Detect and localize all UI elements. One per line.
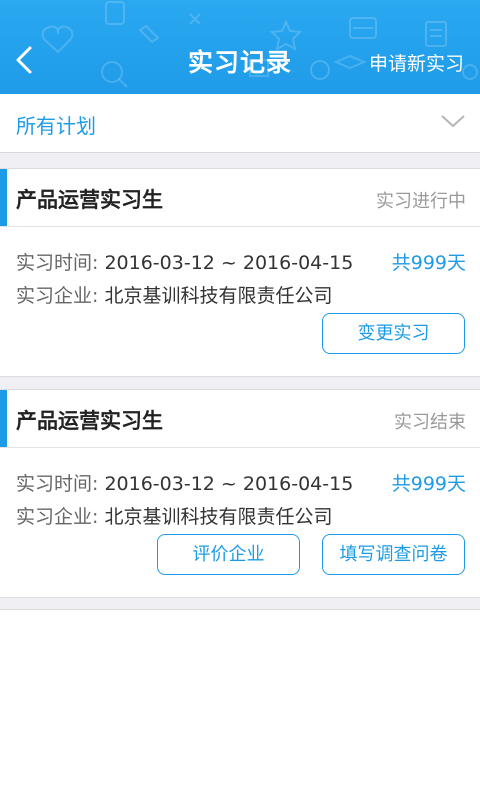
time-range: 2016-03-12 ~ 2016-04-15: [104, 252, 354, 274]
company-row: 实习企业: 北京基训科技有限责任公司: [16, 281, 332, 308]
record-card-header: 产品运营实习生 实习结束: [0, 390, 480, 448]
internship-record-card: 产品运营实习生 实习结束 实习时间: 2016-03-12 ~ 2016-04-…: [0, 389, 480, 598]
duration-days: 共999天: [391, 473, 466, 495]
change-internship-button[interactable]: 变更实习: [322, 313, 465, 354]
company-name: 北京基训科技有限责任公司: [104, 285, 333, 307]
apply-new-internship-button[interactable]: 申请新实习: [369, 49, 464, 76]
internship-time-row: 实习时间: 2016-03-12 ~ 2016-04-15: [16, 469, 353, 496]
page-title: 实习记录: [187, 48, 292, 77]
card-accent-bar: [0, 390, 7, 447]
time-range: 2016-03-12 ~ 2016-04-15: [104, 473, 354, 495]
time-label: 实习时间:: [16, 473, 99, 495]
company-row: 实习企业: 北京基训科技有限责任公司: [16, 502, 332, 529]
company-label: 实习企业:: [16, 506, 99, 528]
fill-survey-button[interactable]: 填写调查问卷: [322, 534, 465, 575]
company-label: 实习企业:: [16, 285, 99, 307]
plan-filter-label: 所有计划: [16, 114, 96, 138]
duration-days: 共999天: [391, 252, 466, 274]
time-label: 实习时间:: [16, 252, 99, 274]
internship-record-card: 产品运营实习生 实习进行中 实习时间: 2016-03-12 ~ 2016-04…: [0, 168, 480, 377]
divider-line: [0, 609, 480, 610]
status-badge: 实习进行中: [376, 191, 466, 212]
card-accent-bar: [0, 169, 7, 226]
app-header: 实习记录 申请新实习: [0, 0, 480, 94]
back-button[interactable]: [4, 38, 44, 82]
company-name: 北京基训科技有限责任公司: [104, 506, 333, 528]
chevron-down-icon: [441, 115, 465, 128]
rate-company-button[interactable]: 评价企业: [157, 534, 300, 575]
internship-time-row: 实习时间: 2016-03-12 ~ 2016-04-15: [16, 248, 353, 275]
plan-filter-dropdown[interactable]: 所有计划: [0, 94, 480, 153]
status-badge: 实习结束: [394, 412, 466, 433]
record-title: 产品运营实习生: [16, 188, 163, 212]
section-divider: [0, 153, 480, 169]
chevron-left-icon: [16, 46, 32, 74]
record-card-header: 产品运营实习生 实习进行中: [0, 169, 480, 227]
record-title: 产品运营实习生: [16, 409, 163, 433]
